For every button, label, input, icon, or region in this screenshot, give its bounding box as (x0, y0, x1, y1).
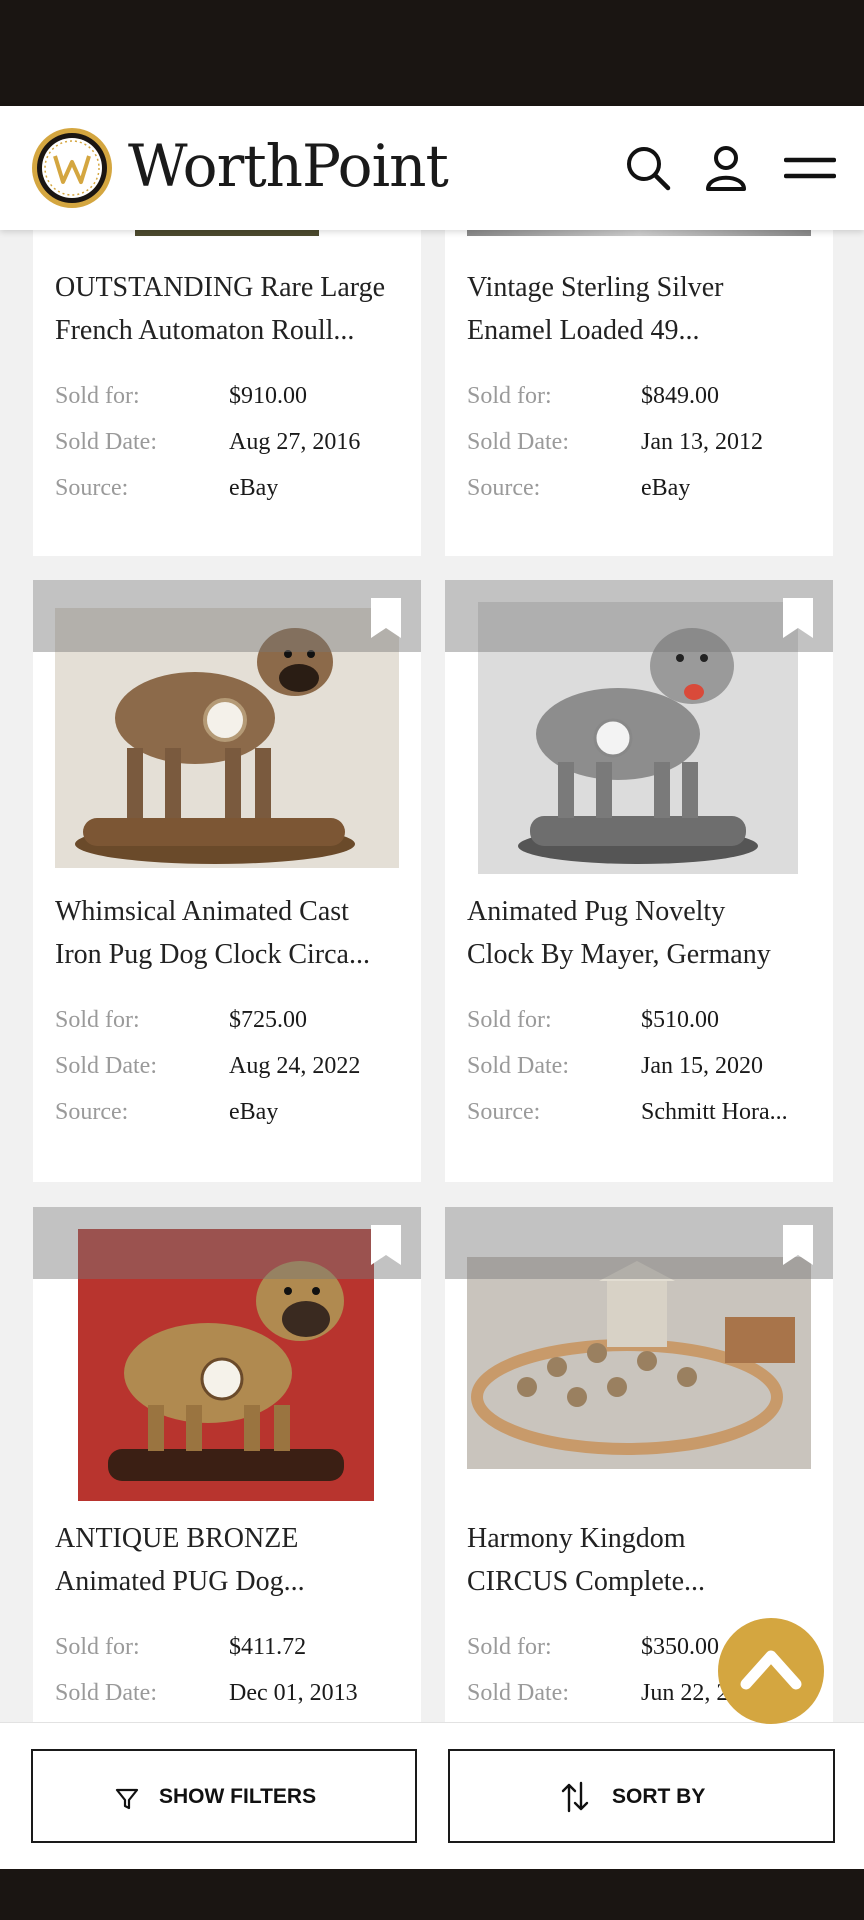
source-row: Source: eBay (55, 468, 405, 508)
product-title[interactable]: OUTSTANDING Rare Large French Automaton R… (55, 266, 405, 352)
header: WorthPoint (0, 106, 864, 230)
sold-date: Aug 27, 2016 (229, 429, 361, 455)
product-title[interactable]: Vintage Sterling Silver Enamel Loaded 49.… (467, 266, 817, 352)
product-title[interactable]: Harmony Kingdom CIRCUS Complete... (467, 1517, 817, 1603)
sort-icon (561, 1781, 589, 1813)
sold-for-row: Sold for: $411.72 (55, 1627, 405, 1667)
product-title[interactable]: ANTIQUE BRONZE Animated PUG Dog... (55, 1517, 405, 1603)
product-card[interactable]: ANTIQUE BRONZE Animated PUG Dog... Sold f… (33, 1207, 421, 1722)
source-row: Source: eBay (55, 1092, 405, 1132)
sold-price: $849.00 (641, 383, 719, 409)
bookmark-icon[interactable] (371, 598, 401, 638)
user-icon[interactable] (702, 144, 750, 192)
sold-for-row: Sold for: $725.00 (55, 1000, 405, 1040)
sold-for-row: Sold for: $849.00 (467, 376, 817, 416)
product-card[interactable]: Animated Pug Novelty Clock By Mayer, Germ… (445, 580, 833, 1182)
menu-icon[interactable] (784, 144, 836, 192)
filter-icon (115, 1788, 139, 1810)
bookmark-overlay (445, 1207, 833, 1279)
sold-price: $510.00 (641, 1007, 719, 1033)
search-icon[interactable] (624, 144, 672, 192)
bookmark-icon[interactable] (783, 598, 813, 638)
bottom-action-bar: SHOW FILTERS SORT BY (0, 1722, 864, 1869)
source-row: Source: Schmitt Hora... (467, 1092, 817, 1132)
source-value: eBay (641, 475, 691, 501)
product-card[interactable]: OUTSTANDING Rare Large French Automaton R… (33, 230, 421, 556)
product-image[interactable] (467, 1257, 811, 1469)
product-title[interactable]: Whimsical Animated Cast Iron Pug Dog Cloc… (55, 890, 405, 976)
sold-price: $910.00 (229, 383, 307, 409)
sold-date-row: Sold Date: Dec 01, 2013 (55, 1673, 405, 1713)
sold-date-row: Sold Date: Jan 15, 2020 (467, 1046, 817, 1086)
sold-for-row: Sold for: $510.00 (467, 1000, 817, 1040)
product-title[interactable]: Animated Pug Novelty Clock By Mayer, Germ… (467, 890, 817, 976)
worthpoint-logo-icon[interactable] (30, 126, 114, 210)
sold-date-row: Sold Date: Aug 24, 2022 (55, 1046, 405, 1086)
bookmark-icon[interactable] (371, 1225, 401, 1265)
scroll-to-top-button[interactable] (718, 1618, 824, 1724)
product-image[interactable] (135, 230, 319, 236)
source-row: Source: eBay (467, 468, 817, 508)
sold-date: Aug 24, 2022 (229, 1053, 361, 1079)
show-filters-button[interactable]: SHOW FILTERS (31, 1749, 417, 1843)
sold-price: $350.00 (641, 1634, 719, 1660)
sold-date: Jan 13, 2012 (641, 429, 763, 455)
sold-price: $411.72 (229, 1634, 307, 1660)
chevron-up-icon (740, 1650, 802, 1690)
product-card[interactable]: Whimsical Animated Cast Iron Pug Dog Cloc… (33, 580, 421, 1182)
product-image[interactable] (467, 230, 811, 236)
sort-by-label: SORT BY (612, 1785, 706, 1808)
sort-by-button[interactable]: SORT BY (448, 1749, 835, 1843)
bookmark-overlay (33, 580, 421, 652)
brand-name[interactable]: WorthPoint (128, 136, 449, 196)
show-filters-label: SHOW FILTERS (159, 1785, 317, 1808)
bookmark-overlay (33, 1207, 421, 1279)
system-nav-bar (0, 1868, 864, 1920)
results-grid: OUTSTANDING Rare Large French Automaton R… (0, 230, 864, 1722)
bookmark-icon[interactable] (783, 1225, 813, 1265)
sold-date: Dec 01, 2013 (229, 1680, 358, 1706)
sold-date-row: Sold Date: Jan 13, 2012 (467, 422, 817, 462)
bookmark-overlay (445, 580, 833, 652)
status-bar (0, 0, 864, 106)
sold-for-row: Sold for: $910.00 (55, 376, 405, 416)
source-value: eBay (229, 475, 279, 501)
source-value: eBay (229, 1099, 279, 1125)
product-card[interactable]: Vintage Sterling Silver Enamel Loaded 49.… (445, 230, 833, 556)
sold-date: Jan 15, 2020 (641, 1053, 763, 1079)
sold-price: $725.00 (229, 1007, 307, 1033)
source-value: Schmitt Hora... (641, 1099, 788, 1125)
sold-date-row: Sold Date: Aug 27, 2016 (55, 422, 405, 462)
